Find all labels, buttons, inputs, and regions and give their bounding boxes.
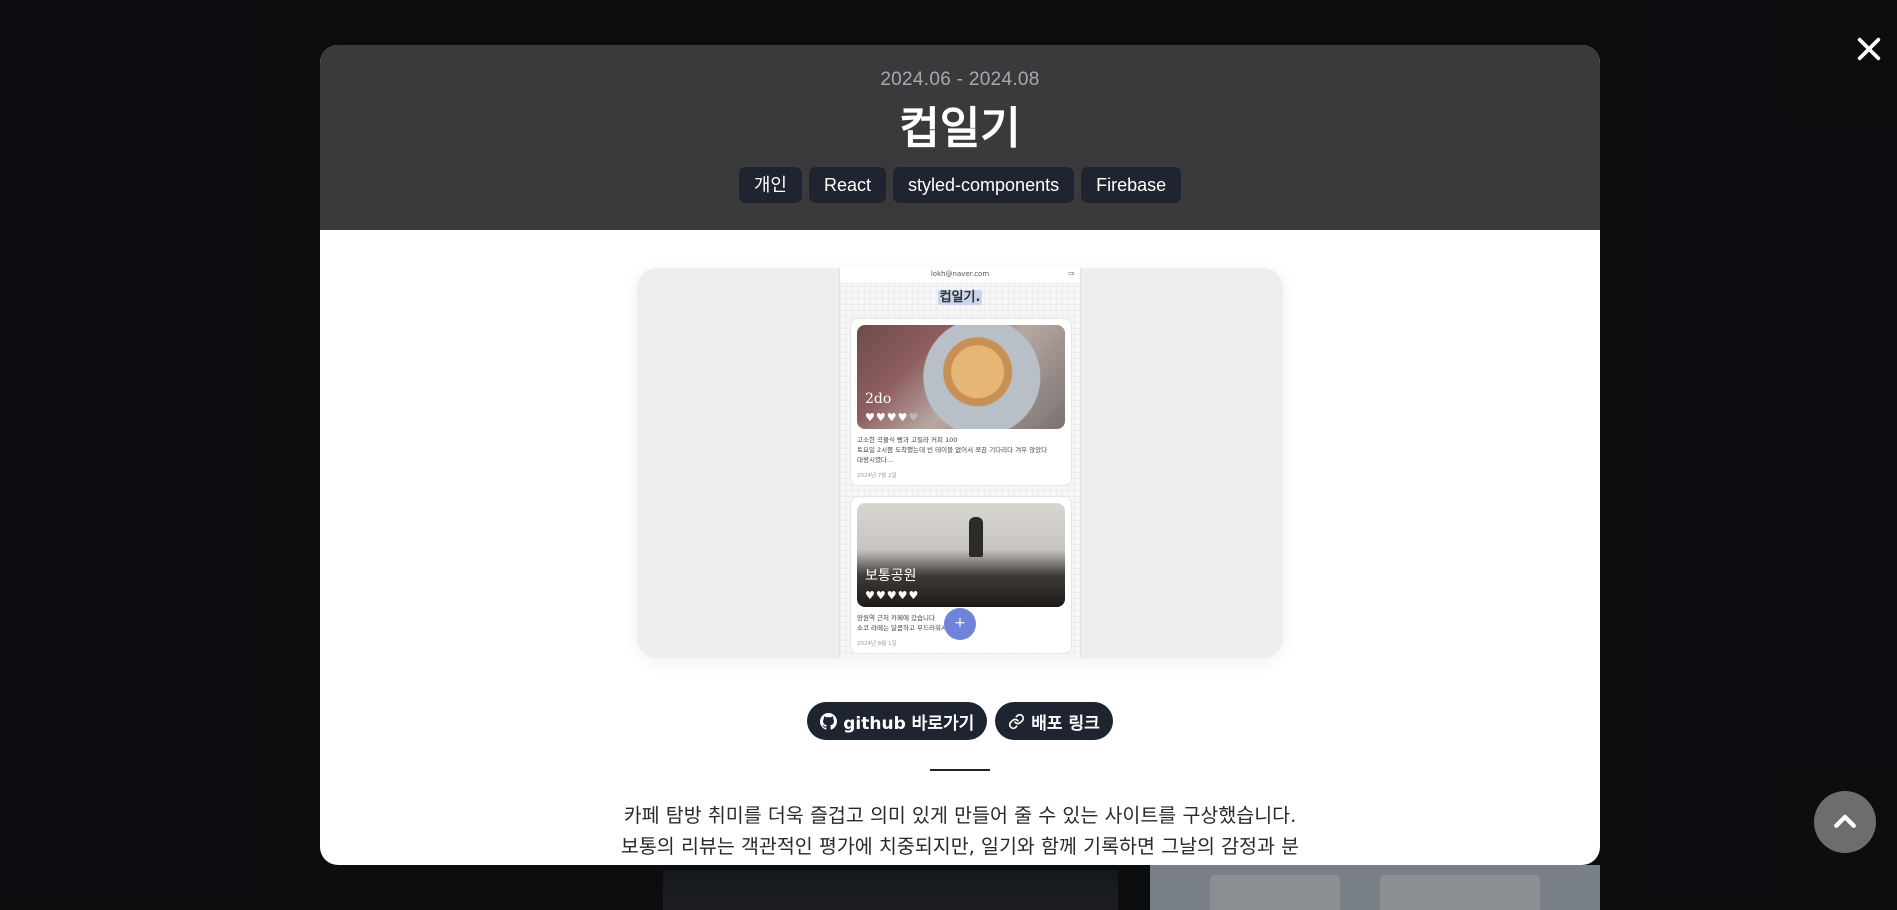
preview-card: 2do ♥♥♥♥♥ 고소한 곡물식 빵과 고릴라 커피 100 토요일 2시쯤 … (850, 318, 1072, 486)
project-description: 카페 탐방 취미를 더욱 즐겁고 의미 있게 만들어 줄 수 있는 사이트를 구… (320, 800, 1600, 862)
heart-rating: ♥♥♥♥♥ (865, 589, 920, 602)
modal-body: lokh@naver.com ⇨ 컵일기. 2do ♥♥♥♥♥ 고소한 곡물식 … (320, 230, 1600, 865)
section-divider (930, 769, 990, 771)
preview-card-name: 보통공원 (865, 568, 917, 584)
github-link-label: github 바로가기 (843, 713, 975, 734)
description-line: 카페 탐방 취미를 더욱 즐겁고 의미 있게 만들어 줄 수 있는 사이트를 구… (623, 804, 1297, 827)
preview-card-text: 고소한 곡물식 빵과 고릴라 커피 100 토요일 2시쯤 도착했는데 빈 테이… (857, 436, 1048, 464)
github-link-button[interactable]: github 바로가기 (807, 702, 988, 740)
preview-card-image: 2do ♥♥♥♥♥ (857, 325, 1065, 429)
chevron-up-icon (1834, 814, 1856, 828)
heart-rating: ♥♥♥♥♥ (865, 411, 920, 424)
preview-card-date: 2024년 8월 1일 (857, 641, 897, 647)
tag-list: 개인 React styled-components Firebase (320, 167, 1600, 203)
link-buttons: github 바로가기 배포 링크 (320, 702, 1600, 740)
preview-email: lokh@naver.com (930, 270, 990, 278)
project-title: 컵일기 (899, 103, 1021, 154)
description-line: 보통의 리뷰는 객관적인 평가에 치중되지만, 일기와 함께 기록하면 그날의 … (620, 835, 1300, 858)
deploy-link-button[interactable]: 배포 링크 (995, 702, 1113, 740)
close-button[interactable] (1851, 31, 1887, 67)
scroll-top-button[interactable] (1814, 791, 1876, 853)
preview-card-image: 보통공원 ♥♥♥♥♥ (857, 503, 1065, 607)
project-period: 2024.06 - 2024.08 (880, 69, 1040, 90)
close-icon (1857, 37, 1881, 61)
github-icon (820, 712, 838, 730)
logout-icon: ⇨ (1068, 269, 1075, 278)
tag: React (808, 167, 887, 203)
phone-preview: lokh@naver.com ⇨ 컵일기. 2do ♥♥♥♥♥ 고소한 곡물식 … (839, 268, 1081, 658)
tag: Firebase (1081, 167, 1182, 203)
preview-topbar: lokh@naver.com ⇨ (840, 268, 1080, 282)
preview-logo: 컵일기. (937, 290, 983, 305)
deploy-link-label: 배포 링크 (1031, 713, 1100, 734)
tag: 개인 (738, 167, 802, 203)
project-modal: 2024.06 - 2024.08 컵일기 개인 React styled-co… (320, 45, 1600, 865)
link-icon (1009, 713, 1025, 729)
preview-card-name: 2do (865, 391, 892, 407)
preview-card-date: 2024년 7월 2일 (857, 473, 897, 479)
modal-header: 2024.06 - 2024.08 컵일기 개인 React styled-co… (320, 45, 1600, 230)
tag: styled-components (893, 167, 1075, 203)
preview-add-button: + (944, 608, 976, 640)
project-screenshot: lokh@naver.com ⇨ 컵일기. 2do ♥♥♥♥♥ 고소한 곡물식 … (637, 268, 1283, 658)
